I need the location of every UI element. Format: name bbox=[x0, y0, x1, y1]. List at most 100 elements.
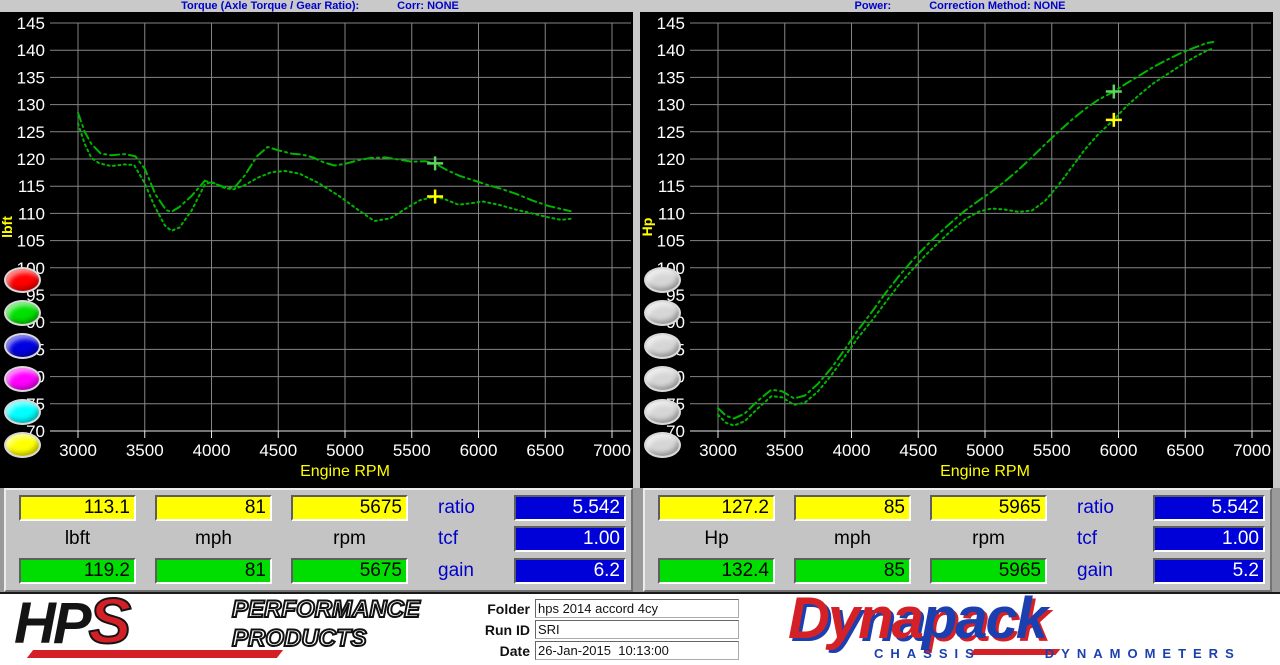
curve-baseline_run bbox=[78, 124, 571, 231]
chassis-dynamometers-text: CHASSIS DYNAMOMETERS bbox=[874, 646, 1241, 661]
power-plot[interactable]: 7075808590951001051101151201251301351401… bbox=[640, 12, 1273, 488]
y-tick-label: 145 bbox=[17, 14, 45, 33]
power-run-button-3[interactable] bbox=[644, 333, 681, 359]
power-run-button-6[interactable] bbox=[644, 432, 681, 458]
x-axis-title: Engine RPM bbox=[940, 463, 1030, 480]
y-tick-label: 130 bbox=[17, 96, 45, 115]
torque-run-button-1[interactable] bbox=[4, 267, 41, 293]
x-tick-label: 7000 bbox=[593, 441, 631, 460]
y-tick-label: 120 bbox=[17, 150, 45, 169]
x-tick-label: 5500 bbox=[393, 441, 431, 460]
gain-label: gain bbox=[1077, 560, 1147, 582]
performance-products-text: PERFORMANCE PRODUCTS bbox=[232, 596, 420, 654]
ratio-label: ratio bbox=[1077, 497, 1147, 519]
title-strip: Torque (Axle Torque / Gear Ratio): Corr:… bbox=[0, 0, 1280, 12]
dynapack-logo: Dynapack CHASSIS DYNAMOMETERS bbox=[776, 594, 1280, 665]
power-unit-label: Hp bbox=[658, 528, 775, 550]
torque-run-button-5[interactable] bbox=[4, 399, 41, 425]
torque-run-button-6[interactable] bbox=[4, 432, 41, 458]
y-tick-label: 135 bbox=[657, 68, 685, 87]
x-tick-label: 6000 bbox=[1100, 441, 1138, 460]
y-tick-label: 120 bbox=[657, 150, 685, 169]
torque-run-button-3[interactable] bbox=[4, 333, 41, 359]
folder-field[interactable] bbox=[535, 599, 739, 618]
torque-plot[interactable]: 7075808590951001051101151201251301351401… bbox=[0, 12, 633, 488]
gain-value: 6.2 bbox=[514, 558, 626, 584]
torque-cursor-value: 113.1 bbox=[19, 495, 136, 521]
torque-run-value: 119.2 bbox=[19, 558, 136, 584]
curve-baseline_run bbox=[718, 49, 1213, 426]
x-tick-label: 3500 bbox=[766, 441, 804, 460]
y-tick-label: 110 bbox=[18, 204, 45, 223]
y-tick-label: 140 bbox=[17, 41, 45, 60]
torque-unit-label: lbft bbox=[19, 528, 136, 550]
folder-label: Folder bbox=[470, 601, 530, 617]
run-info-form: Folder Run ID Date bbox=[470, 597, 742, 662]
curve-sri_run bbox=[78, 113, 571, 212]
y-tick-label: 125 bbox=[17, 123, 45, 142]
y-tick-label: 115 bbox=[18, 177, 45, 196]
y-tick-label: 110 bbox=[658, 204, 685, 223]
power-cursor-rpm: 5965 bbox=[930, 495, 1047, 521]
tcf-value: 1.00 bbox=[514, 526, 626, 552]
torque-run-rpm: 5675 bbox=[291, 558, 408, 584]
torque-readout-panel: 113.1 81 5675 ratio 5.542 lbft mph rpm t… bbox=[4, 488, 633, 592]
runid-label: Run ID bbox=[470, 622, 530, 638]
power-run-value: 132.4 bbox=[658, 558, 775, 584]
power-run-button-1[interactable] bbox=[644, 267, 681, 293]
torque-run-button-4[interactable] bbox=[4, 366, 41, 392]
torque-run-mph: 81 bbox=[155, 558, 272, 584]
power-chart-panel[interactable]: 7075808590951001051101151201251301351401… bbox=[640, 12, 1273, 488]
x-tick-label: 4000 bbox=[193, 441, 231, 460]
mph-unit-label: mph bbox=[155, 528, 272, 550]
torque-run-button-2[interactable] bbox=[4, 300, 41, 326]
x-tick-label: 3500 bbox=[126, 441, 164, 460]
panel-divider bbox=[633, 12, 640, 488]
ratio-label: ratio bbox=[438, 497, 508, 519]
x-tick-label: 5000 bbox=[326, 441, 364, 460]
gain-value: 5.2 bbox=[1153, 558, 1265, 584]
curve-sri_run bbox=[718, 42, 1213, 419]
x-tick-label: 5500 bbox=[1033, 441, 1071, 460]
power-readout-panel: 127.2 85 5965 ratio 5.542 Hp mph rpm tcf… bbox=[643, 488, 1272, 592]
x-tick-label: 5000 bbox=[966, 441, 1004, 460]
charts-area: 7075808590951001051101151201251301351401… bbox=[0, 12, 1280, 488]
y-axis-title: Hp bbox=[640, 218, 655, 237]
torque-cursor-mph: 81 bbox=[155, 495, 272, 521]
torque-header-correction: Corr: NONE bbox=[397, 0, 459, 12]
power-run-button-4[interactable] bbox=[644, 366, 681, 392]
power-cursor-value: 127.2 bbox=[658, 495, 775, 521]
runid-field[interactable] bbox=[535, 620, 739, 639]
ratio-value: 5.542 bbox=[514, 495, 626, 521]
torque-header-title: Torque (Axle Torque / Gear Ratio): bbox=[181, 0, 359, 12]
y-tick-label: 105 bbox=[17, 232, 45, 251]
x-tick-label: 6500 bbox=[1166, 441, 1204, 460]
power-header: Power: Correction Method: NONE bbox=[640, 0, 1280, 12]
x-tick-label: 3000 bbox=[59, 441, 97, 460]
power-run-button-2[interactable] bbox=[644, 300, 681, 326]
y-tick-label: 130 bbox=[657, 96, 685, 115]
footer: HPS PERFORMANCE PRODUCTS Folder Run ID D… bbox=[0, 592, 1280, 665]
y-tick-label: 135 bbox=[17, 68, 45, 87]
mph-unit-label: mph bbox=[794, 528, 911, 550]
tcf-value: 1.00 bbox=[1153, 526, 1265, 552]
x-axis-title: Engine RPM bbox=[300, 463, 390, 480]
power-run-button-5[interactable] bbox=[644, 399, 681, 425]
y-tick-label: 140 bbox=[657, 41, 685, 60]
hps-logo-s: S bbox=[89, 585, 129, 657]
date-label: Date bbox=[470, 643, 530, 659]
date-field[interactable] bbox=[535, 641, 739, 660]
y-tick-label: 125 bbox=[657, 123, 685, 142]
x-tick-label: 4500 bbox=[259, 441, 297, 460]
x-tick-label: 3000 bbox=[699, 441, 737, 460]
rpm-unit-label: rpm bbox=[291, 528, 408, 550]
tcf-label: tcf bbox=[438, 528, 508, 550]
x-tick-label: 6000 bbox=[460, 441, 498, 460]
y-tick-label: 115 bbox=[658, 177, 685, 196]
dynapack-logo-text: Dynapack bbox=[788, 585, 1046, 652]
hps-logo-text: HPS bbox=[14, 584, 128, 658]
x-tick-label: 4500 bbox=[899, 441, 937, 460]
y-tick-label: 145 bbox=[657, 14, 685, 33]
torque-chart-panel[interactable]: 7075808590951001051101151201251301351401… bbox=[0, 12, 633, 488]
x-tick-label: 4000 bbox=[833, 441, 871, 460]
